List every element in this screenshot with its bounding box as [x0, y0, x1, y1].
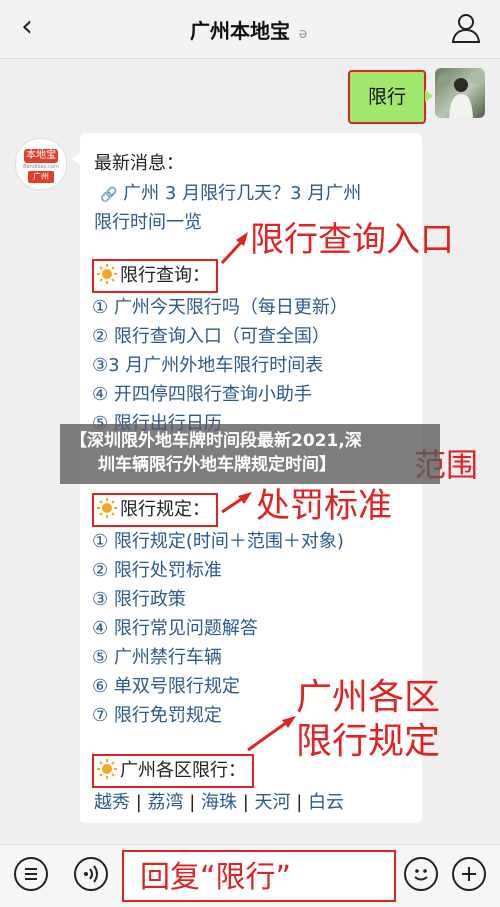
annotation-district-line2: 限行规定	[296, 721, 441, 762]
plus-icon[interactable]	[452, 857, 486, 891]
arrow-to-districts	[247, 718, 291, 752]
arrow-head-rules	[238, 492, 252, 504]
reply-hint-text: 回复“限行”	[140, 860, 292, 895]
menu-icon[interactable]	[14, 857, 48, 891]
annotation-query-entry: 限行查询入口	[250, 220, 454, 260]
arrow-head-districts	[282, 716, 296, 728]
voice-icon[interactable]	[74, 857, 108, 891]
article-title-banner: 【深圳限外地车牌时间段最新2021,深 圳车辆限行外地车牌规定时间】	[60, 424, 440, 484]
banner-line-2: 圳车辆限行外地车牌规定时间】	[98, 455, 336, 475]
banner-line-1: 【深圳限外地车牌时间段最新2021,深	[70, 431, 362, 451]
emoji-icon[interactable]	[404, 857, 438, 891]
annotation-penalty: 处罚标准	[256, 486, 392, 526]
